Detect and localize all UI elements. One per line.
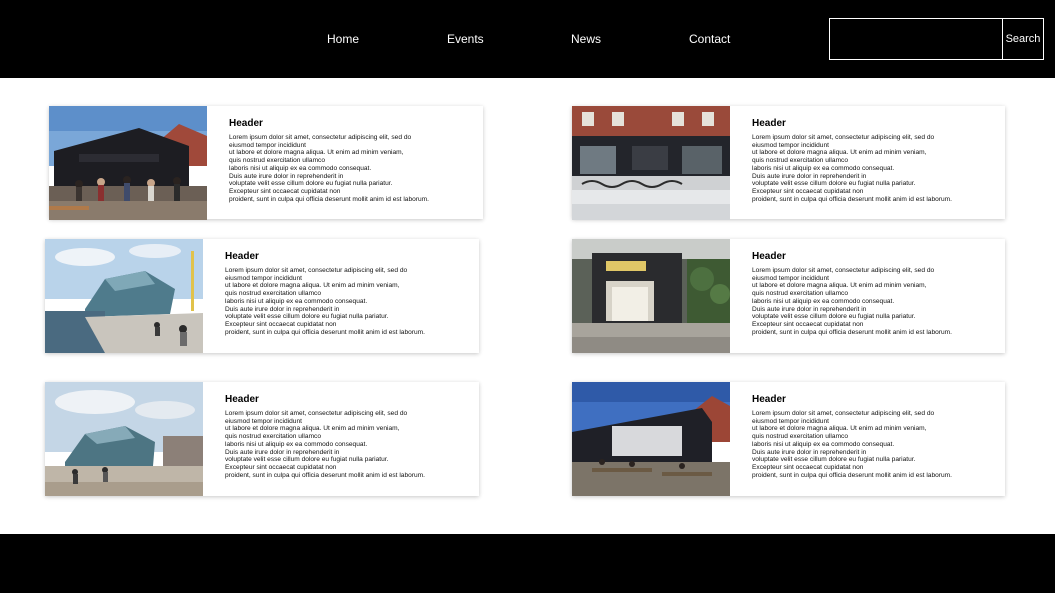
content-card[interactable]: Header Lorem ipsum dolor sit amet, conse… [572,106,1005,220]
venue-entrance-photo [572,239,730,353]
card-body-text: Lorem ipsum dolor sit amet, consectetur … [752,267,952,336]
nav-link-events[interactable]: Events [447,32,484,46]
content-card[interactable]: Header Lorem ipsum dolor sit amet, conse… [572,382,1005,496]
harbor-building-photo [45,239,203,353]
card-image [572,382,730,496]
search-button[interactable]: Search [1002,18,1044,60]
card-body-text: Lorem ipsum dolor sit amet, consectetur … [225,267,425,336]
card-image [572,106,730,220]
card-image [572,239,730,353]
card-image [45,382,203,496]
card-body-text: Lorem ipsum dolor sit amet, consectetur … [225,410,425,479]
content-card[interactable]: Header Lorem ipsum dolor sit amet, conse… [49,106,483,220]
top-navigation-bar: Home Events News Contact Search [0,0,1055,78]
nav-link-news[interactable]: News [571,32,601,46]
event-crowd-photo [49,106,207,220]
card-title: Header [225,394,259,405]
modern-building-plaza-photo [45,382,203,496]
card-title: Header [225,251,259,262]
card-title: Header [229,118,263,129]
card-title: Header [752,118,786,129]
content-card[interactable]: Header Lorem ipsum dolor sit amet, conse… [45,239,479,353]
card-title: Header [752,251,786,262]
card-title: Header [752,394,786,405]
nav-link-home[interactable]: Home [327,32,359,46]
content-card[interactable]: Header Lorem ipsum dolor sit amet, conse… [45,382,479,496]
card-body-text: Lorem ipsum dolor sit amet, consectetur … [752,410,952,479]
card-body-text: Lorem ipsum dolor sit amet, consectetur … [229,134,429,203]
content-card[interactable]: Header Lorem ipsum dolor sit amet, conse… [572,239,1005,353]
nav-link-contact[interactable]: Contact [689,32,730,46]
building-facade-photo [572,106,730,220]
search-input[interactable] [829,18,1003,60]
card-image [45,239,203,353]
card-image [49,106,207,220]
card-body-text: Lorem ipsum dolor sit amet, consectetur … [752,134,952,203]
outdoor-terrace-photo [572,382,730,496]
footer-bar [0,534,1055,593]
